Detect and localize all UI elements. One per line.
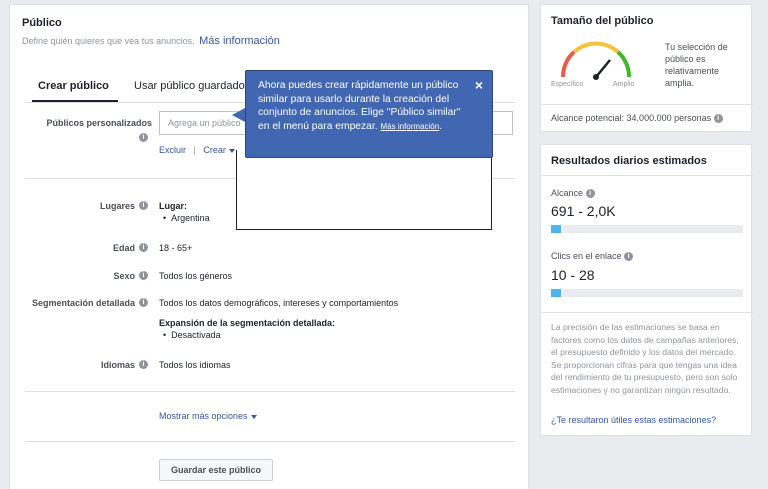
detailed-targeting-value: Todos los datos demográficos, intereses … bbox=[159, 298, 399, 308]
tooltip-arrow bbox=[232, 108, 245, 122]
detailed-targeting-info-icon[interactable]: i bbox=[139, 298, 148, 307]
results-divider bbox=[541, 312, 753, 313]
show-more-options-label: Mostrar más opciones bbox=[159, 411, 248, 421]
clicks-label: Clics en el enlace i bbox=[551, 251, 634, 262]
close-icon[interactable]: × bbox=[475, 78, 483, 92]
gauge-needle bbox=[595, 59, 611, 78]
gauge-yellow-arc bbox=[572, 41, 620, 54]
action-separator: | bbox=[193, 145, 196, 155]
estimates-feedback-link[interactable]: ¿Te resultaron útiles estas estimaciones… bbox=[551, 415, 716, 425]
reach-bar-fill bbox=[551, 225, 561, 233]
tab-create-audience[interactable]: Crear público bbox=[38, 80, 109, 92]
panel-subtitle: Define quién quieres que vea tus anuncio… bbox=[22, 35, 280, 47]
audience-size-gauge-icon bbox=[560, 41, 632, 80]
panel-title: Público bbox=[22, 17, 62, 29]
clicks-value: 10 - 28 bbox=[551, 267, 595, 283]
lookalike-tooltip: Ahora puedes crear rápidamente un públic… bbox=[245, 70, 493, 158]
targeting-expansion-label: Expansión de la segmentación detallada: bbox=[159, 318, 336, 328]
gender-info-icon[interactable]: i bbox=[139, 271, 148, 280]
audience-size-title: Tamaño del público bbox=[551, 15, 654, 27]
create-dropdown[interactable]: Crear bbox=[203, 145, 235, 155]
daily-results-title: Resultados diarios estimados bbox=[551, 155, 707, 167]
audience-size-panel: Tamaño del público Específico Amplio Tu … bbox=[540, 4, 753, 132]
gauge-hub bbox=[593, 74, 599, 80]
tooltip-link-suffix: . bbox=[439, 120, 443, 132]
clicks-info-icon[interactable]: i bbox=[624, 252, 634, 262]
potential-reach-text: Alcance potencial: 34.000.000 personas bbox=[551, 113, 712, 123]
age-value: 18 - 65+ bbox=[159, 243, 193, 253]
show-more-options-link[interactable]: Mostrar más opciones bbox=[159, 411, 257, 421]
gauge-red-arc bbox=[560, 50, 576, 78]
audience-size-description: Tu selección de público es relativamente… bbox=[665, 42, 728, 88]
reach-label: Alcance i bbox=[551, 188, 595, 199]
clicks-label-text: Clics en el enlace bbox=[551, 251, 622, 261]
reach-value: 691 - 2,0K bbox=[551, 203, 616, 219]
custom-audience-actions: Excluir | Crear bbox=[159, 145, 235, 155]
section-divider bbox=[25, 391, 515, 392]
save-audience-button[interactable]: Guardar este público bbox=[159, 459, 273, 481]
detailed-targeting-label: Segmentación detallada bbox=[31, 298, 135, 308]
languages-value: Todos los idiomas bbox=[159, 360, 231, 370]
reach-info-icon[interactable]: i bbox=[585, 189, 595, 199]
clicks-bar-fill bbox=[551, 289, 561, 297]
daily-results-panel: Resultados diarios estimados Alcance i 6… bbox=[540, 144, 753, 436]
languages-info-icon[interactable]: i bbox=[139, 360, 148, 369]
reach-label-text: Alcance bbox=[551, 188, 584, 198]
gender-value: Todos los géneros bbox=[159, 271, 233, 281]
custom-audiences-label: Públicos personalizados bbox=[46, 118, 152, 128]
languages-label: Idiomas bbox=[100, 360, 135, 370]
more-info-link[interactable]: Más información bbox=[199, 35, 280, 47]
estimates-note: La precisión de las estimaciones se basa… bbox=[551, 322, 739, 395]
locations-info-icon[interactable]: i bbox=[139, 201, 148, 210]
locations-sublabel: Lugar: bbox=[159, 201, 187, 211]
targeting-expansion-value: Desactivada bbox=[163, 330, 221, 340]
custom-audiences-info-icon[interactable]: i bbox=[139, 133, 148, 142]
subtitle-text: Define quién quieres que vea tus anuncio… bbox=[22, 36, 195, 46]
section-divider bbox=[25, 441, 515, 442]
gauge-right-label: Amplio bbox=[613, 81, 635, 88]
caret-down-icon bbox=[250, 414, 257, 419]
potential-reach: Alcance potencial: 34.000.000 personas i bbox=[551, 113, 723, 124]
results-divider bbox=[541, 175, 753, 176]
reach-bar bbox=[551, 225, 743, 233]
tooltip-more-info-link[interactable]: Más información bbox=[381, 122, 440, 131]
tab-saved-audience[interactable]: Usar público guardado bbox=[134, 80, 245, 92]
locations-label: Lugares bbox=[99, 201, 135, 211]
gauge-green-arc bbox=[616, 50, 632, 78]
size-divider bbox=[541, 104, 753, 105]
gender-label: Sexo bbox=[113, 271, 135, 281]
create-label: Crear bbox=[203, 145, 226, 155]
tooltip-frame bbox=[236, 150, 492, 230]
exclude-link[interactable]: Excluir bbox=[159, 145, 186, 155]
age-info-icon[interactable]: i bbox=[139, 243, 148, 252]
clicks-bar bbox=[551, 289, 743, 297]
gauge-left-label: Específico bbox=[551, 81, 584, 88]
location-item: Argentina bbox=[163, 213, 210, 223]
age-label: Edad bbox=[112, 243, 135, 253]
caret-down-icon bbox=[228, 148, 235, 153]
potential-reach-info-icon[interactable]: i bbox=[713, 114, 723, 124]
